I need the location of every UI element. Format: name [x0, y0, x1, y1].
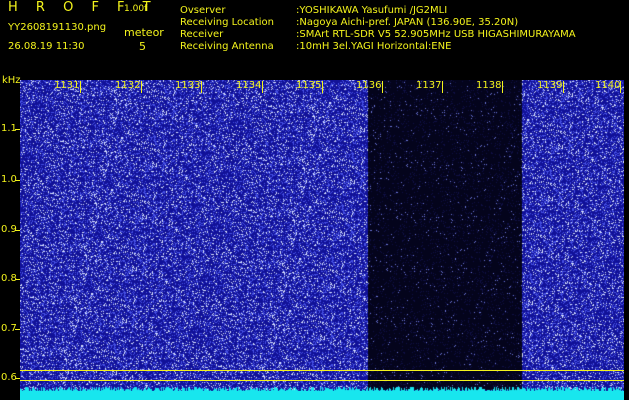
noise-floor-strip — [20, 391, 624, 400]
x-tick-mark — [80, 81, 81, 93]
image-filename: YY2608191130.png — [8, 22, 107, 33]
observer-value: :YOSHIKAWA Yasufumi /JG2MLI — [296, 5, 448, 16]
x-tick-label: 1134 — [236, 80, 262, 91]
x-tick-label: 1132 — [115, 80, 141, 91]
x-tick-label: 1137 — [416, 80, 442, 91]
x-tick-label: 1135 — [296, 80, 322, 91]
x-tick-mark — [262, 81, 263, 93]
waterfall-canvas — [20, 80, 624, 400]
receiver-value: :SMArt RTL-SDR V5 52.905MHz USB HIGASHIM… — [296, 29, 576, 40]
marker-line-upper — [20, 370, 624, 371]
location-value: :Nagoya Aichi-pref. JAPAN (136.90E, 35.2… — [296, 17, 519, 28]
x-tick-label: 1139 — [537, 80, 563, 91]
x-tick-mark — [322, 81, 323, 93]
y-tick-mark — [15, 129, 20, 130]
y-tick-mark — [15, 279, 20, 280]
y-tick-mark — [15, 329, 20, 330]
antenna-label: Receiving Antenna — [180, 41, 274, 52]
x-tick-mark — [141, 81, 142, 93]
x-tick-mark — [502, 81, 503, 93]
waterfall-spectrogram — [20, 80, 624, 400]
x-tick-label: 1138 — [476, 80, 502, 91]
x-tick-mark — [442, 81, 443, 93]
x-tick-mark — [382, 81, 383, 93]
x-tick-mark — [620, 81, 621, 93]
receiver-label: Receiver — [180, 29, 224, 40]
x-tick-mark — [201, 81, 202, 93]
x-tick-label: 1136 — [356, 80, 382, 91]
antenna-value: :10mH 3el.YAGI Horizontal:ENE — [296, 41, 452, 52]
location-label: Receiving Location — [180, 17, 274, 28]
detection-mode: meteor — [124, 26, 164, 39]
marker-line-lower — [20, 380, 624, 381]
y-tick-mark — [15, 378, 20, 379]
y-tick-mark — [15, 180, 20, 181]
app-version: 1.00f — [124, 4, 148, 14]
meteor-count: 5 — [139, 40, 146, 53]
y-tick-mark — [15, 230, 20, 231]
x-tick-label: 1131 — [54, 80, 80, 91]
x-tick-label: 1140 — [595, 80, 621, 91]
y-axis-unit: kHz — [2, 75, 21, 86]
x-tick-mark — [563, 81, 564, 93]
x-tick-label: 1133 — [175, 80, 201, 91]
timestamp: 26.08.19 11:30 — [8, 41, 85, 52]
hroft-window: H R O F F T 1.00f YY2608191130.png 26.08… — [0, 0, 629, 400]
observer-label: Ovserver — [180, 5, 226, 16]
